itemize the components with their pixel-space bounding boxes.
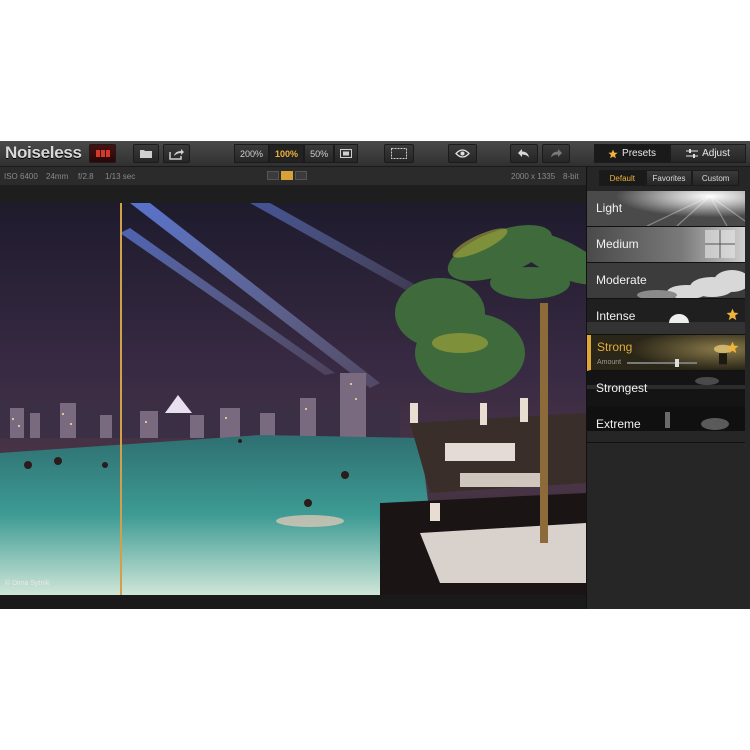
fit-screen-button[interactable] [334, 144, 359, 163]
preset-light-label: Light [596, 201, 623, 215]
preset-strongest-label: Strongest [596, 381, 648, 395]
tab-adjust-label: Adjust [702, 148, 730, 159]
zoom-100-button[interactable]: 100% [269, 144, 305, 163]
undo-button[interactable] [510, 144, 538, 163]
preset-strongest[interactable]: Strongest [587, 371, 745, 407]
shutter-speed-value: 1/13 sec [105, 172, 136, 181]
preview-bottom-bar [0, 595, 586, 609]
zoom-200-button[interactable]: 200% [234, 144, 270, 163]
star-icon [608, 149, 618, 158]
export-icon [169, 148, 184, 160]
preset-moderate[interactable]: Moderate [587, 263, 745, 299]
app-logo: Noiseless [5, 143, 82, 162]
tab-favorites[interactable]: Favorites [645, 170, 693, 186]
panel-mode-tabs: Presets Adjust [594, 144, 746, 163]
sliders-icon [686, 149, 699, 158]
preset-strong[interactable]: Strong Amount [587, 335, 745, 371]
fit-screen-icon [340, 149, 353, 158]
split-compare-button[interactable] [281, 171, 293, 180]
side-by-side-button[interactable] [295, 171, 307, 180]
preset-medium[interactable]: Medium [587, 227, 745, 263]
focal-length-value: 24mm [46, 172, 69, 181]
redo-icon [551, 149, 562, 158]
amount-label: Amount [597, 359, 622, 366]
amount-slider[interactable] [627, 362, 697, 364]
preset-medium-label: Medium [596, 237, 639, 251]
preset-intense[interactable]: Intense [587, 299, 745, 335]
aperture-value: f/2.8 [78, 172, 94, 181]
tab-custom[interactable]: Custom [692, 170, 740, 186]
photo-credit: © Dima Sytnik [5, 580, 50, 587]
open-button[interactable] [133, 144, 159, 163]
favorite-star-icon[interactable] [726, 308, 739, 321]
amount-slider-thumb[interactable] [675, 359, 680, 367]
preset-strong-label: Strong [597, 340, 633, 354]
photo-info-bar: ISO 6400 24mm f/2.8 1/13 sec 2000 x 1335… [0, 167, 586, 185]
tab-adjust[interactable]: Adjust [670, 144, 746, 163]
preview-photo [0, 203, 586, 595]
open-folder-icon [140, 150, 152, 158]
preset-intense-label: Intense [596, 309, 636, 323]
preset-list: Light Medium Moderate Intense Strong Amo… [587, 191, 745, 443]
presets-panel: Default Favorites Custom Light Medium Mo… [586, 167, 750, 609]
zoom-controls: 200% 100% 50% [234, 144, 359, 163]
preset-moderate-label: Moderate [596, 273, 647, 287]
preset-extreme-label: Extreme [596, 417, 641, 431]
main-toolbar: Noiseless 200% 100% 50% Presets Adjust [0, 141, 750, 167]
split-view-button[interactable] [384, 144, 414, 163]
zoom-50-button[interactable]: 50% [304, 144, 335, 163]
preset-extreme[interactable]: Extreme [587, 407, 745, 443]
preset-light[interactable]: Light [587, 191, 745, 227]
tab-presets[interactable]: Presets [594, 144, 670, 163]
preview-toggle-button[interactable] [448, 144, 477, 163]
redo-button[interactable] [542, 144, 570, 163]
preset-category-tabs: Default Favorites Custom [599, 170, 740, 186]
batch-icon [95, 150, 110, 157]
single-view-button[interactable] [267, 171, 279, 180]
image-dimensions: 2000 x 1335 [511, 172, 556, 181]
tab-presets-label: Presets [622, 148, 656, 159]
bit-depth: 8-bit [563, 172, 579, 181]
batch-button[interactable] [89, 144, 116, 163]
split-view-icon [391, 148, 407, 159]
preview-eye-icon [455, 149, 470, 158]
compare-mode-buttons [267, 171, 307, 180]
noiseless-app-window: Noiseless 200% 100% 50% Presets Adjust I… [0, 141, 750, 609]
photo-preview[interactable]: © Dima Sytnik [0, 203, 586, 595]
split-divider-handle[interactable] [120, 203, 122, 595]
favorite-star-icon[interactable] [726, 341, 739, 354]
export-button[interactable] [163, 144, 190, 163]
undo-icon [518, 149, 529, 158]
iso-value: ISO 6400 [4, 172, 38, 181]
tab-default[interactable]: Default [599, 170, 646, 186]
